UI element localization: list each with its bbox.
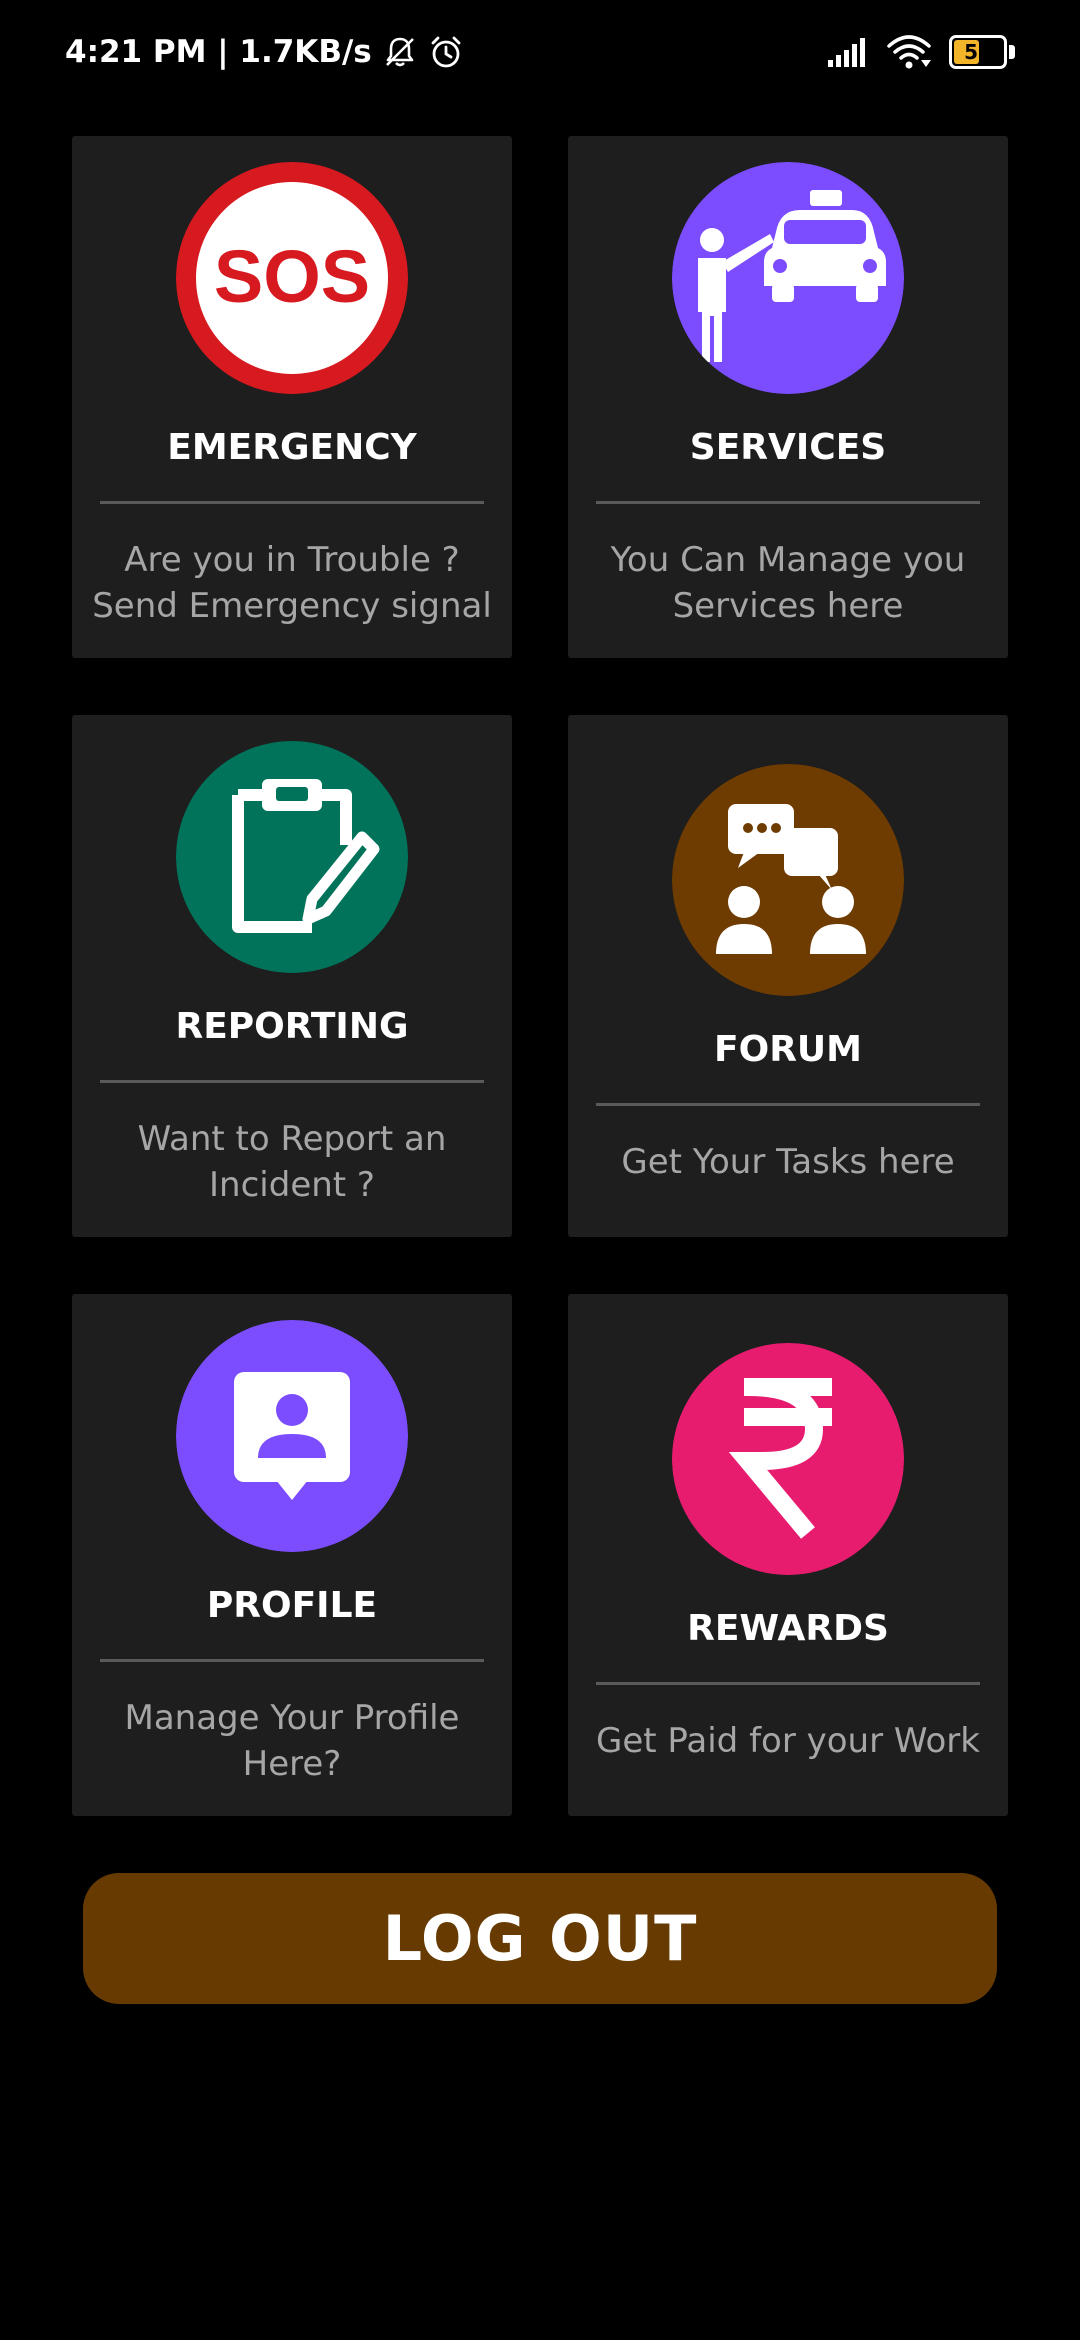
card-desc-profile-line1: Manage Your Profile [124, 1698, 460, 1738]
card-desc-forum-line1: Get Your Tasks here [621, 1142, 955, 1182]
card-divider [596, 501, 980, 504]
card-desc-reporting-line1: Want to Report an [137, 1119, 447, 1159]
card-divider [100, 501, 484, 504]
card-desc-reporting-line2: Incident ? [209, 1165, 375, 1205]
wifi-icon [887, 34, 931, 70]
signal-icon [827, 36, 869, 68]
profile-icon [176, 1320, 408, 1552]
card-reporting[interactable]: REPORTING Want to Report an Incident ? [72, 715, 512, 1237]
sos-icon: SOS [176, 162, 408, 394]
battery-icon: 52 [949, 35, 1015, 69]
card-title-profile: PROFILE [206, 1585, 378, 1626]
card-desc-emergency-line1: Are you in Trouble ? [124, 540, 460, 580]
status-right: 52 [827, 30, 1015, 74]
card-divider [596, 1103, 980, 1106]
card-title-services: SERVICES [689, 427, 887, 468]
card-title-reporting: REPORTING [175, 1006, 409, 1047]
card-emergency[interactable]: SOS EMERGENCY Are you in Trouble ? Send … [72, 136, 512, 658]
status-bar: 4:21 PM | 1.7KB/s 52 [0, 0, 1080, 100]
card-desc-rewards-line1: Get Paid for your Work [596, 1721, 980, 1761]
card-divider [100, 1659, 484, 1662]
card-title-rewards: REWARDS [687, 1608, 889, 1649]
logout-label: LOG OUT [382, 1902, 698, 1975]
card-profile[interactable]: PROFILE Manage Your Profile Here? [72, 1294, 512, 1816]
clipboard-report-icon [176, 741, 408, 973]
battery-tip [1009, 45, 1015, 59]
card-desc-services-line1: You Can Manage you [610, 540, 966, 580]
card-divider [596, 1682, 980, 1685]
sos-icon-text: SOS [214, 235, 370, 318]
card-forum[interactable]: FORUM Get Your Tasks here [568, 715, 1008, 1237]
card-title-forum: FORUM [714, 1029, 862, 1070]
taxi-services-icon [672, 162, 904, 394]
card-divider [100, 1080, 484, 1083]
rupee-icon [672, 1343, 904, 1575]
card-title-emergency: EMERGENCY [167, 427, 417, 468]
card-rewards[interactable]: REWARDS Get Paid for your Work [568, 1294, 1008, 1816]
card-desc-profile-line2: Here? [242, 1744, 342, 1784]
status-time-speed: 4:21 PM | 1.7KB/s [65, 34, 372, 70]
card-desc-emergency-line2: Send Emergency signal [92, 586, 492, 626]
card-desc-services-line2: Services here [672, 586, 904, 626]
forum-chat-icon [672, 764, 904, 996]
card-services[interactable]: SERVICES You Can Manage you Services her… [568, 136, 1008, 658]
mute-bell-icon [382, 34, 418, 70]
battery-level: 52 [964, 40, 992, 64]
logout-button[interactable]: LOG OUT [83, 1873, 997, 2004]
forum-icon-bg [672, 764, 904, 996]
alarm-clock-icon [428, 34, 464, 70]
status-left: 4:21 PM | 1.7KB/s [65, 30, 464, 74]
